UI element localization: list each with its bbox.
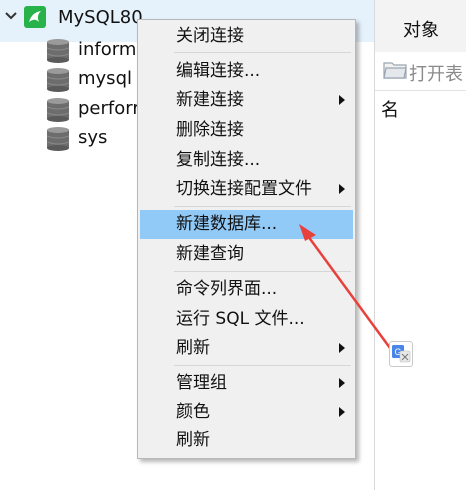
menu-separator (174, 52, 351, 53)
menu-item-label: 刷新 (176, 430, 210, 450)
menu-item-delete-connection[interactable]: 删除连接 (140, 116, 353, 145)
menu-item-close-connection[interactable]: 关闭连接 (140, 22, 353, 51)
menu-item-manage-groups[interactable]: 管理组 (140, 369, 353, 398)
menu-item-new-connection[interactable]: 新建连接 (140, 86, 353, 115)
menu-separator (174, 271, 351, 272)
menu-item-new-database[interactable]: 新建数据库... (140, 210, 353, 239)
submenu-arrow-icon (339, 184, 345, 194)
menu-item-label: 新建查询 (176, 244, 244, 264)
tree-item-database-performance[interactable]: perforr (46, 95, 146, 125)
database-label: inform (78, 39, 137, 60)
menu-item-new-query[interactable]: 新建查询 (140, 240, 353, 269)
tab-objects[interactable]: 对象 (375, 0, 466, 52)
database-icon (46, 68, 70, 92)
connection-label: MySQL80 (58, 7, 143, 28)
folder-icon (383, 62, 407, 79)
menu-separator (174, 365, 351, 366)
context-menu: 关闭连接 编辑连接... 新建连接 删除连接 复制连接... 切换连接配置文件 … (137, 19, 356, 459)
menu-item-label: 复制连接... (176, 150, 261, 170)
database-label: perforr (78, 98, 140, 119)
column-header-name: 名 (381, 100, 399, 121)
menu-item-switch-profile[interactable]: 切换连接配置文件 (140, 175, 353, 204)
tree-item-database-sys[interactable]: sys (46, 124, 146, 154)
menu-item-label: 关闭连接 (176, 26, 244, 46)
menu-item-copy-connection[interactable]: 复制连接... (140, 146, 353, 175)
database-label: mysql (78, 68, 132, 89)
tree-item-database-mysql[interactable]: mysql (46, 65, 146, 95)
tab-objects-label: 对象 (403, 20, 439, 41)
menu-item-label: 编辑连接... (176, 61, 261, 81)
database-icon (46, 127, 70, 151)
objects-toolbar: 打开表 (375, 52, 466, 91)
menu-item-color[interactable]: 颜色 (140, 398, 353, 427)
menu-item-run-sql-file[interactable]: 运行 SQL 文件... (140, 305, 353, 334)
menu-item-command-line[interactable]: 命令列界面... (140, 275, 353, 304)
submenu-arrow-icon (339, 407, 345, 417)
submenu-arrow-icon (339, 378, 345, 388)
menu-item-label: 删除连接 (176, 120, 244, 140)
menu-separator (174, 206, 351, 207)
menu-item-label: 命令列界面... (176, 279, 278, 299)
database-label: sys (78, 127, 108, 148)
menu-item-edit-connection[interactable]: 编辑连接... (140, 57, 353, 86)
open-table-button[interactable]: 打开表 (409, 60, 463, 86)
chevron-down-icon[interactable] (3, 8, 19, 24)
submenu-arrow-icon (339, 343, 345, 353)
menu-item-label: 运行 SQL 文件... (176, 309, 305, 329)
submenu-arrow-icon (339, 95, 345, 105)
menu-item-refresh-submenu[interactable]: 刷新 (140, 334, 353, 363)
menu-item-refresh[interactable]: 刷新 (140, 426, 353, 455)
menu-item-label: 刷新 (176, 338, 210, 358)
menu-item-label: 颜色 (176, 402, 210, 422)
google-translate-icon[interactable]: G (389, 341, 413, 367)
menu-item-label: 切换连接配置文件 (176, 179, 312, 199)
dolphin-icon (24, 6, 46, 28)
tree-item-database-inform[interactable]: inform (46, 36, 146, 66)
database-icon (46, 98, 70, 122)
database-icon (46, 39, 70, 63)
menu-item-label: 管理组 (176, 373, 227, 393)
objects-pane: 对象 打开表 名 (374, 0, 466, 490)
menu-item-label: 新建连接 (176, 90, 244, 110)
menu-item-label: 新建数据库... (176, 214, 278, 234)
